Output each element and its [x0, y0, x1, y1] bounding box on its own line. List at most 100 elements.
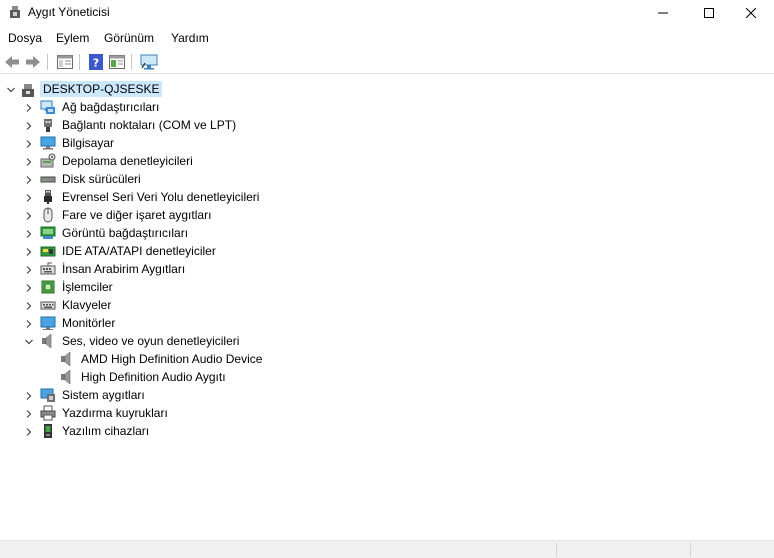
chevron-right-icon — [26, 266, 32, 274]
tree-expander[interactable] — [6, 85, 16, 95]
tree-category-item[interactable]: Ses, video ve oyun denetleyicileri — [62, 333, 239, 349]
chevron-right-icon — [26, 302, 32, 310]
tree-category-item[interactable]: Depolama denetleyicileri — [62, 153, 193, 169]
tree-category-item[interactable]: Yazdırma kuyrukları — [62, 405, 168, 421]
tree-expander[interactable] — [24, 193, 34, 203]
disk-drive-icon — [40, 176, 56, 183]
scan-hardware-icon — [140, 54, 158, 70]
chevron-right-icon — [26, 392, 32, 400]
tree-category-item[interactable]: Klavyeler — [62, 297, 111, 313]
menu-file[interactable]: Dosya — [8, 31, 42, 45]
tree-category-item[interactable]: Görüntü bağdaştırıcıları — [62, 225, 188, 241]
processor-icon — [41, 280, 55, 294]
tree-category-item[interactable]: Ağ bağdaştırıcıları — [62, 99, 159, 115]
device-manager-icon — [10, 6, 20, 18]
back-arrow-icon — [5, 56, 19, 68]
tree-expander[interactable] — [24, 265, 34, 275]
speaker-icon — [61, 351, 71, 367]
tree-category-item[interactable]: Sistem aygıtları — [62, 387, 145, 403]
chevron-right-icon — [26, 194, 32, 202]
status-separator — [690, 543, 691, 557]
tree-expander[interactable] — [24, 319, 34, 329]
monitor-icon — [40, 316, 56, 330]
software-device-icon — [44, 424, 52, 438]
tree-expander[interactable] — [24, 139, 34, 149]
chevron-right-icon — [26, 320, 32, 328]
computer-icon — [40, 136, 56, 150]
tree-expander[interactable] — [24, 103, 34, 113]
tree-expander[interactable] — [24, 391, 34, 401]
tree-expander[interactable] — [24, 247, 34, 257]
tree-category-item[interactable]: Yazılım cihazları — [62, 423, 149, 439]
maximize-icon — [704, 8, 714, 18]
tree-device-item[interactable]: High Definition Audio Aygıtı — [81, 369, 226, 385]
chevron-right-icon — [26, 410, 32, 418]
system-device-icon — [40, 388, 55, 402]
scan-hardware-button[interactable] — [140, 53, 158, 71]
printer-icon — [40, 405, 56, 421]
update-driver-icon — [109, 55, 125, 69]
port-icon — [44, 119, 52, 132]
close-button[interactable] — [728, 0, 774, 26]
properties-icon — [57, 55, 73, 69]
tree-expander[interactable] — [24, 301, 34, 311]
chevron-right-icon — [26, 176, 32, 184]
tree-device-item[interactable]: AMD High Definition Audio Device — [81, 351, 262, 367]
chevron-right-icon — [26, 248, 32, 256]
tree-category-item[interactable]: Fare ve diğer işaret aygıtları — [62, 207, 211, 223]
toolbar-separator — [131, 54, 132, 70]
menu-view[interactable]: Görünüm — [104, 31, 154, 45]
tree-category-item[interactable]: IDE ATA/ATAPI denetleyiciler — [62, 243, 216, 259]
chevron-right-icon — [26, 140, 32, 148]
tree-category-item[interactable]: Bilgisayar — [62, 135, 114, 151]
computer-root-icon — [22, 84, 34, 97]
chevron-down-icon — [7, 87, 15, 93]
properties-button[interactable] — [56, 53, 74, 71]
help-icon: ? — [89, 54, 103, 70]
update-driver-button[interactable] — [108, 53, 126, 71]
tree-expander[interactable] — [24, 409, 34, 419]
tree-expander[interactable] — [24, 283, 34, 293]
tree-expander[interactable] — [24, 427, 34, 437]
tree-expander[interactable] — [24, 121, 34, 131]
chevron-right-icon — [26, 158, 32, 166]
title-bar: Aygıt Yöneticisi — [0, 0, 774, 26]
minimize-button[interactable] — [640, 0, 686, 26]
tree-category-item[interactable]: Monitörler — [62, 315, 115, 331]
forward-button[interactable] — [24, 53, 42, 71]
storage-controller-icon — [40, 153, 56, 168]
chevron-right-icon — [26, 104, 32, 112]
tree-expander[interactable] — [24, 175, 34, 185]
chevron-down-icon — [25, 339, 33, 345]
window-title: Aygıt Yöneticisi — [28, 5, 110, 19]
toolbar-separator — [47, 54, 48, 70]
help-button[interactable]: ? — [87, 53, 105, 71]
tree-category-item[interactable]: İnsan Arabirim Aygıtları — [62, 261, 185, 277]
tree-expander[interactable] — [24, 337, 34, 347]
tree-expander[interactable] — [24, 211, 34, 221]
tree-root-label[interactable]: DESKTOP-QJSESKE — [40, 81, 163, 97]
menu-help[interactable]: Yardım — [171, 31, 209, 45]
tree-category-item[interactable]: İşlemciler — [62, 279, 113, 295]
display-adapter-icon — [40, 226, 56, 239]
network-adapter-icon — [40, 100, 55, 114]
tree-expander[interactable] — [24, 157, 34, 167]
keyboard-icon — [40, 301, 56, 310]
ide-controller-icon — [40, 246, 56, 257]
menu-action[interactable]: Eylem — [56, 31, 89, 45]
minimize-icon — [658, 12, 668, 14]
tree-category-item[interactable]: Disk sürücüleri — [62, 171, 141, 187]
tree-category-item[interactable]: Evrensel Seri Veri Yolu denetleyicileri — [62, 189, 259, 205]
chevron-right-icon — [26, 428, 32, 436]
maximize-button[interactable] — [686, 0, 732, 26]
mouse-icon — [43, 207, 53, 223]
status-separator — [556, 543, 557, 557]
chevron-right-icon — [26, 284, 32, 292]
toolbar: ? — [0, 50, 774, 74]
back-button[interactable] — [3, 53, 21, 71]
tree-category-item[interactable]: Bağlantı noktaları (COM ve LPT) — [62, 117, 236, 133]
chevron-right-icon — [26, 230, 32, 238]
speaker-icon — [61, 369, 71, 385]
usb-icon — [44, 190, 52, 204]
tree-expander[interactable] — [24, 229, 34, 239]
